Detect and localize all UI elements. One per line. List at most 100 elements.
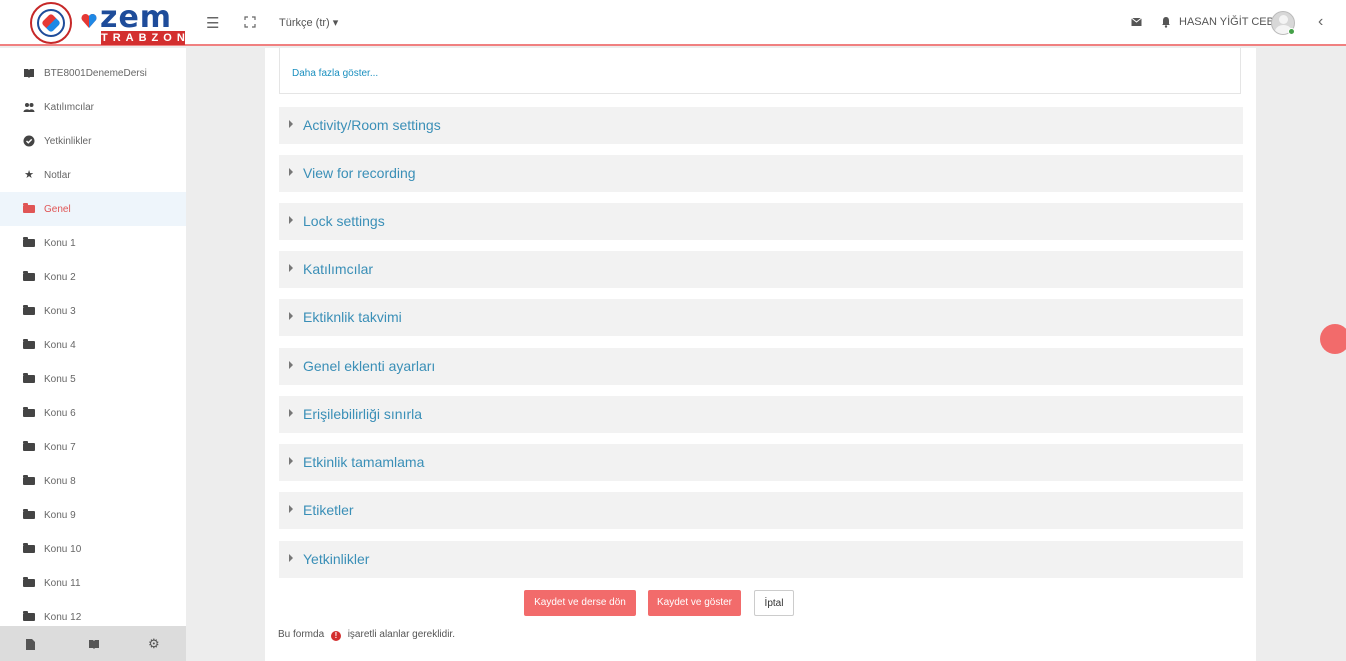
sidebar-item-konu-2[interactable]: Konu 2 [0, 260, 186, 294]
chevron-left-icon[interactable]: ‹ [1318, 13, 1323, 31]
sidebar-item-label: Konu 4 [44, 340, 76, 351]
sidebar-item-genel[interactable]: Genel [0, 192, 186, 226]
folder-icon [23, 611, 35, 623]
sidebar-item-konu-9[interactable]: Konu 9 [0, 498, 186, 532]
course-navigation-sidebar: BTE8001DenemeDersi Katılımcılar Yetkinli… [0, 48, 186, 661]
section-title: Etkinlik tamamlama [303, 454, 425, 470]
folder-icon [23, 407, 35, 419]
section-activity-room-settings[interactable]: Activity/Room settings [279, 107, 1243, 144]
folder-icon [23, 509, 35, 521]
folder-icon [23, 543, 35, 555]
section-lock-settings[interactable]: Lock settings [279, 203, 1243, 240]
university-seal-icon [30, 2, 72, 44]
folder-icon [23, 237, 35, 249]
course-icon [24, 69, 34, 78]
sidebar-item-label: Yetkinlikler [44, 136, 92, 147]
caret-right-icon [289, 168, 293, 176]
caret-right-icon [289, 312, 293, 320]
section-title: Genel eklenti ayarları [303, 358, 436, 374]
sidebar-item-label: Konu 3 [44, 306, 76, 317]
sidebar-item-konu-3[interactable]: Konu 3 [0, 294, 186, 328]
sidebar-item-konu-10[interactable]: Konu 10 [0, 532, 186, 566]
fullscreen-icon[interactable] [244, 16, 256, 28]
hamburger-menu-icon[interactable]: ☰ [206, 14, 219, 32]
section-title: Yetkinlikler [303, 551, 370, 567]
description-box: Daha fazla göster... [279, 48, 1241, 94]
users-icon [23, 103, 35, 112]
check-circle-icon [23, 135, 35, 147]
save-and-display-button[interactable]: Kaydet ve göster [648, 590, 741, 616]
folder-icon [23, 305, 35, 317]
caret-right-icon [289, 361, 293, 369]
sidebar-item-label: Konu 12 [44, 612, 82, 623]
folder-icon [23, 339, 35, 351]
course-book-icon[interactable] [88, 638, 100, 650]
required-note-suffix: işaretli alanlar gereklidir. [347, 629, 455, 640]
sidebar-item-label: Konu 8 [44, 476, 76, 487]
section-activity-completion[interactable]: Etkinlik tamamlama [279, 444, 1243, 481]
sidebar-item-grades[interactable]: ★ Notlar [0, 158, 186, 192]
section-title: Katılımcılar [303, 261, 374, 277]
sidebar-item-label: Konu 2 [44, 272, 76, 283]
sidebar-item-label: Konu 6 [44, 408, 76, 419]
section-activity-calendar[interactable]: Ektiknlik takvimi [279, 299, 1243, 336]
section-title: Erişilebilirliği sınırla [303, 406, 423, 422]
top-navbar: zem TRABZON ☰ Türkçe (tr) ▾ HASAN YİĞİT … [0, 0, 1346, 46]
sidebar-item-label: Katılımcılar [44, 102, 95, 113]
section-title: Etiketler [303, 502, 354, 518]
sidebar-item-label: Konu 10 [44, 544, 82, 555]
caret-right-icon [289, 216, 293, 224]
caret-right-icon [289, 457, 293, 465]
sidebar-item-label: Konu 9 [44, 510, 76, 521]
floating-action-button[interactable] [1320, 324, 1346, 354]
exclamation-circle-icon: ! [330, 631, 341, 641]
sidebar-item-konu-7[interactable]: Konu 7 [0, 430, 186, 464]
online-status-dot [1288, 28, 1295, 35]
heart-logo-icon [81, 13, 97, 28]
show-more-link[interactable]: Daha fazla göster... [292, 68, 378, 79]
save-and-return-button[interactable]: Kaydet ve derse dön [524, 590, 636, 616]
sidebar-item-competencies[interactable]: Yetkinlikler [0, 124, 186, 158]
sidebar-item-label: BTE8001DenemeDersi [44, 68, 147, 79]
section-restrict-access[interactable]: Erişilebilirliği sınırla [279, 396, 1243, 433]
sidebar-item-label: Genel [44, 204, 71, 215]
caret-right-icon [289, 120, 293, 128]
folder-icon [23, 203, 35, 215]
sidebar-item-participants[interactable]: Katılımcılar [0, 90, 186, 124]
caret-right-icon [289, 264, 293, 272]
sidebar-item-label: Notlar [44, 170, 71, 181]
sidebar-item-konu-8[interactable]: Konu 8 [0, 464, 186, 498]
folder-icon [23, 475, 35, 487]
section-view-for-recording[interactable]: View for recording [279, 155, 1243, 192]
sidebar-item-konu-1[interactable]: Konu 1 [0, 226, 186, 260]
site-logo[interactable]: zem TRABZON [30, 0, 190, 45]
cancel-button[interactable]: İptal [754, 590, 794, 616]
section-tags[interactable]: Etiketler [279, 492, 1243, 529]
folder-icon [23, 441, 35, 453]
folder-icon [23, 577, 35, 589]
caret-right-icon [289, 554, 293, 562]
sidebar-item-konu-6[interactable]: Konu 6 [0, 396, 186, 430]
file-icon[interactable] [25, 638, 36, 651]
sidebar-item-konu-11[interactable]: Konu 11 [0, 566, 186, 600]
section-common-module-settings[interactable]: Genel eklenti ayarları [279, 348, 1243, 385]
section-participants[interactable]: Katılımcılar [279, 251, 1243, 288]
caret-right-icon [289, 409, 293, 417]
logo-subtitle: TRABZON [101, 31, 190, 45]
section-competencies[interactable]: Yetkinlikler [279, 541, 1243, 578]
star-icon: ★ [24, 169, 34, 181]
notifications-bell-icon[interactable] [1161, 16, 1171, 28]
section-title: Ektiknlik takvimi [303, 309, 402, 325]
sidebar-item-label: Konu 1 [44, 238, 76, 249]
section-title: Activity/Room settings [303, 117, 441, 133]
messages-icon[interactable] [1131, 17, 1142, 27]
required-fields-note: Bu formda ! işaretli alanlar gereklidir. [278, 629, 455, 641]
sidebar-item-konu-4[interactable]: Konu 4 [0, 328, 186, 362]
language-selector[interactable]: Türkçe (tr) ▾ [279, 16, 338, 29]
folder-icon [23, 271, 35, 283]
gear-icon[interactable]: ⚙ [148, 636, 160, 652]
settings-form-card: Daha fazla göster... Activity/Room setti… [265, 48, 1256, 661]
section-title: View for recording [303, 165, 416, 181]
sidebar-item-konu-5[interactable]: Konu 5 [0, 362, 186, 396]
sidebar-item-course[interactable]: BTE8001DenemeDersi [0, 56, 186, 90]
